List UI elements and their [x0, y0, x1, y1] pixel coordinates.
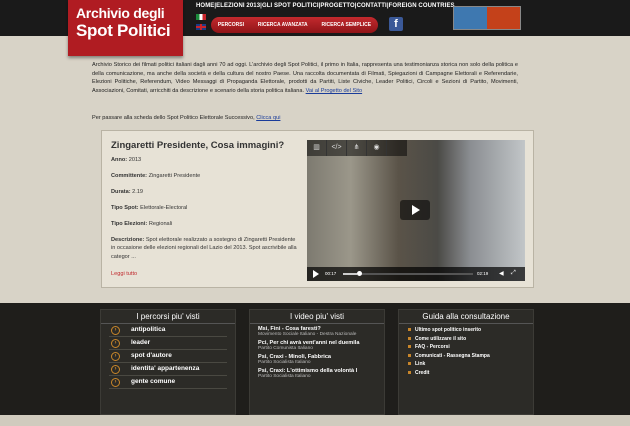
play-overlay-icon[interactable] — [400, 200, 430, 220]
footer: I percorsi piu' visti antipolitica leade… — [0, 303, 630, 415]
site-logo[interactable]: Archivio degli Spot Politici — [68, 0, 183, 56]
video-controls: 00:17 02:19 ◀ ⤢ — [307, 267, 525, 281]
seek-handle[interactable] — [356, 271, 362, 276]
field-committente: Committente: Zingaretti Presidente — [111, 173, 200, 179]
percorsi-title: I percorsi piu' visti — [101, 310, 235, 324]
intro-text: Archivio Storico dei filmati politici it… — [92, 61, 518, 95]
language-flags — [196, 14, 206, 34]
nav-home[interactable]: HOME — [196, 3, 214, 9]
video-item-party: Partito Socialista Italiano — [258, 360, 311, 365]
durata-value: 2.19 — [132, 189, 144, 195]
guida-item[interactable]: Ultimo spot politico inserito — [399, 326, 533, 335]
video-item[interactable]: Msi, Fini - Cosa faresti? Movimento Socia… — [250, 324, 384, 338]
anno-value: 2013 — [128, 157, 142, 163]
durata-label: Durata: — [111, 189, 131, 195]
percorso-item[interactable]: leader — [109, 337, 227, 350]
nav-elezioni-2013[interactable]: |ELEZIONI 2013 — [214, 3, 260, 9]
video-item[interactable]: Psi, Craxi: L'ottimismo della volontà IP… — [250, 366, 384, 380]
percorso-item[interactable]: antipolitica — [109, 324, 227, 337]
pill-ricerca-avanzata[interactable]: RICERCA AVANZATA — [258, 22, 308, 28]
next-spot-text: Per passare alla scheda dello Spot Polit… — [92, 115, 255, 121]
anno-label: Anno: — [111, 157, 128, 163]
descrizione-label: Descrizione: — [111, 237, 145, 243]
guida-item[interactable]: FAQ - Percorsi — [399, 343, 533, 352]
pill-percorsi[interactable]: PERCORSI — [218, 22, 244, 28]
volume-icon[interactable]: ◀ — [499, 270, 504, 277]
nav-contatti[interactable]: |CONTATTI — [355, 3, 387, 9]
guida-title: Guida alla consultazione — [399, 310, 533, 324]
committente-label: Committente: — [111, 173, 148, 179]
top-nav: HOME|ELEZIONI 2013|GLI SPOT POLITICI|PRO… — [196, 3, 455, 9]
video-item[interactable]: Pci, Per chi avrà vent'anni nel duemila P… — [250, 338, 384, 352]
nav-progetto[interactable]: |PROGETTO — [319, 3, 355, 9]
video-toolbar: ▥ </> ⋔ ◉ — [307, 140, 407, 156]
nav-spot-politici[interactable]: |GLI SPOT POLITICI — [260, 3, 318, 9]
roma-tre-sponsor-logo[interactable] — [453, 6, 521, 30]
info-icon[interactable]: ◉ — [367, 140, 387, 156]
current-time: 00:17 — [325, 271, 337, 276]
spot-panel: Zingaretti Presidente, Cosa immagini? An… — [101, 130, 534, 288]
embed-icon[interactable]: </> — [327, 140, 347, 156]
percorso-item[interactable]: identita' appartenenza — [109, 363, 227, 376]
tipo-spot-label: Tipo Spot: — [111, 205, 139, 211]
guida-list: Ultimo spot politico inserito Come utili… — [399, 324, 533, 377]
video-item-party: Movimento Sociale Italiano - Destra Nazi… — [258, 332, 357, 337]
field-tipo-spot: Tipo Spot: Elettorale-Electoral — [111, 205, 187, 211]
percorsi-list: antipolitica leader spot d'autore identi… — [101, 324, 235, 389]
guida-item[interactable]: Credit — [399, 369, 533, 378]
fullscreen-icon[interactable]: ⤢ — [511, 270, 516, 277]
field-descrizione: Descrizione: Spot elettorale realizzato … — [111, 236, 301, 261]
search-pill-bar: PERCORSI RICERCA AVANZATA RICERCA SEMPLI… — [211, 17, 378, 33]
field-durata: Durata: 2.19 — [111, 189, 143, 195]
italian-flag-icon[interactable] — [196, 14, 206, 20]
playlist-icon[interactable]: ▥ — [307, 140, 327, 156]
percorso-item[interactable]: spot d'autore — [109, 350, 227, 363]
guida-item[interactable]: Comunicati - Rassegna Stampa — [399, 352, 533, 361]
leggi-tutto-link[interactable]: Leggi tutto — [111, 271, 137, 277]
nav-foreign-countries[interactable]: |FOREIGN COUNTRIES — [387, 3, 455, 9]
logo-line2: Spot Politici — [76, 21, 171, 40]
logo-line1: Archivio degli — [76, 5, 165, 21]
video-item[interactable]: Psi, Craxi - Minoli, Fabbrica Partito Soc… — [250, 352, 384, 366]
tipo-elezioni-value: Regionali — [148, 221, 173, 227]
spot-title: Zingaretti Presidente, Cosa immagini? — [111, 140, 285, 151]
facebook-icon[interactable]: f — [389, 17, 403, 31]
play-icon[interactable] — [313, 270, 319, 278]
tipo-elezioni-label: Tipo Elezioni: — [111, 221, 148, 227]
share-icon[interactable]: ⋔ — [347, 140, 367, 156]
tipo-spot-value: Elettorale-Electoral — [140, 205, 188, 211]
field-tipo-elezioni: Tipo Elezioni: Regionali — [111, 221, 172, 227]
percorso-item[interactable]: gente comune — [109, 376, 227, 389]
progetto-link[interactable]: Vai al Progetto del Sito — [306, 88, 363, 94]
total-time: 02:19 — [477, 271, 489, 276]
next-spot-line: Per passare alla scheda dello Spot Polit… — [92, 115, 280, 121]
committente-value: Zingaretti Presidente — [148, 173, 201, 179]
guida-item[interactable]: Come utilizzare il sito — [399, 335, 533, 344]
percorsi-box: I percorsi piu' visti antipolitica leade… — [100, 309, 236, 415]
field-anno: Anno: 2013 — [111, 157, 141, 163]
guida-item[interactable]: Link — [399, 360, 533, 369]
video-item-party: Partito Comunista Italiano — [258, 346, 313, 351]
bottom-strip — [0, 415, 630, 426]
next-spot-link[interactable]: Clicca qui — [256, 115, 280, 121]
video-visti-title: I video piu' visti — [250, 310, 384, 324]
english-flag-icon[interactable] — [196, 24, 206, 30]
pill-ricerca-semplice[interactable]: RICERCA SEMPLICE — [322, 22, 372, 28]
seek-bar[interactable] — [343, 273, 473, 275]
video-visti-box: I video piu' visti Msi, Fini - Cosa fare… — [249, 309, 385, 415]
video-visti-list: Msi, Fini - Cosa faresti? Movimento Socia… — [250, 324, 384, 380]
video-player[interactable]: ▥ </> ⋔ ◉ 00:17 02:19 ◀ ⤢ — [307, 140, 525, 281]
guida-box: Guida alla consultazione Ultimo spot pol… — [398, 309, 534, 415]
video-item-party: Partito Socialista Italiano — [258, 374, 311, 379]
